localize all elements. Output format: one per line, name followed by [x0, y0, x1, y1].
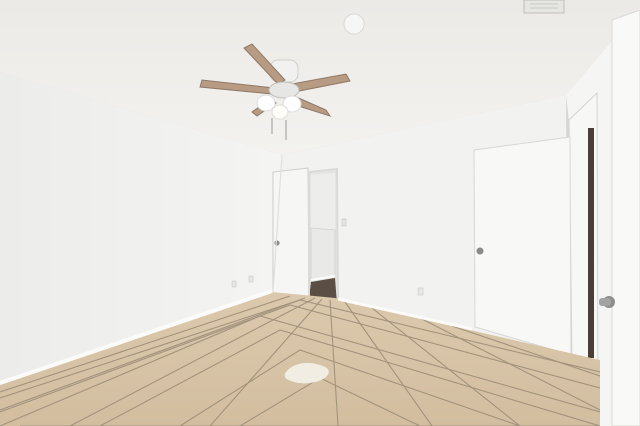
ceiling-vent: [523, 0, 565, 14]
closet-door-knob: [476, 247, 484, 255]
closet-door: [473, 136, 572, 356]
open-door: [272, 167, 310, 305]
open-door-knob: [274, 240, 280, 246]
smoke-detector: [343, 13, 365, 35]
light-switch: [341, 218, 347, 227]
outlet-left-2: [248, 275, 254, 283]
door-knob-plate: [599, 298, 611, 306]
closet-gap: [588, 128, 594, 358]
inner-closet-shelf: [310, 227, 336, 283]
outlet-left-1: [231, 280, 237, 288]
fan-light-1: [256, 94, 276, 112]
outlet-back: [417, 287, 424, 296]
room-photo: [0, 0, 640, 426]
right-door: [611, 9, 640, 426]
fan-motor: [268, 81, 300, 99]
inner-room-wall: [311, 173, 335, 230]
fan-light-3: [271, 104, 289, 120]
